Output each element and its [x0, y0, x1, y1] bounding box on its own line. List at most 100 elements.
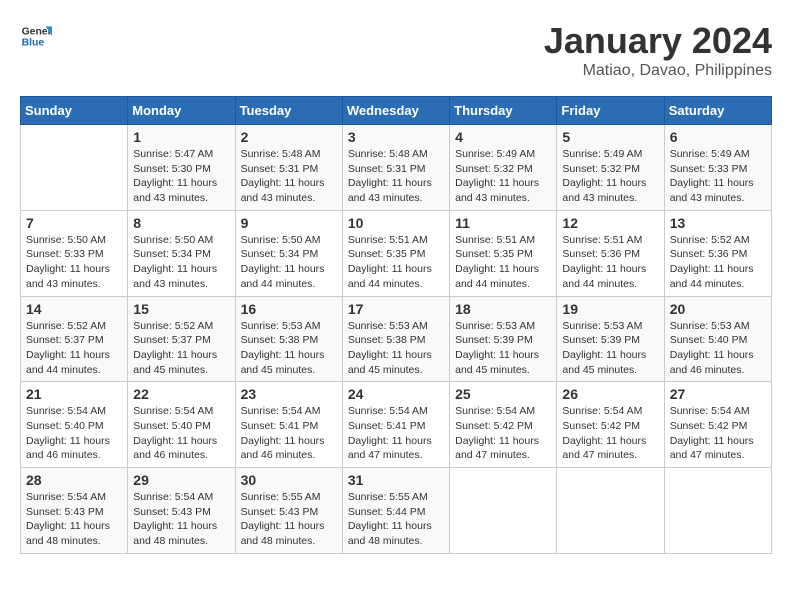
day-number: 15 — [133, 301, 229, 317]
day-detail: Sunrise: 5:53 AM Sunset: 5:38 PM Dayligh… — [241, 319, 337, 378]
day-detail: Sunrise: 5:50 AM Sunset: 5:34 PM Dayligh… — [133, 233, 229, 292]
day-detail: Sunrise: 5:50 AM Sunset: 5:33 PM Dayligh… — [26, 233, 122, 292]
calendar-header-cell: Friday — [557, 97, 664, 125]
calendar-cell: 25 Sunrise: 5:54 AM Sunset: 5:42 PM Dayli… — [450, 382, 557, 468]
calendar-cell — [664, 468, 771, 554]
calendar-week-row: 1Sunrise: 5:47 AM Sunset: 5:30 PM Daylig… — [21, 125, 772, 211]
calendar-header-cell: Thursday — [450, 97, 557, 125]
calendar-week-row: 14Sunrise: 5:52 AM Sunset: 5:37 PM Dayli… — [21, 296, 772, 382]
day-detail: Sunrise: 5:51 AM Sunset: 5:36 PM Dayligh… — [562, 233, 658, 292]
day-detail: Sunrise: 5:49 AM Sunset: 5:32 PM Dayligh… — [562, 147, 658, 206]
day-number: 31 — [348, 472, 444, 488]
day-number: 1 — [133, 129, 229, 145]
day-detail: Sunrise: 5:54 AM Sunset: 5:42 PM Dayligh… — [562, 404, 658, 463]
calendar-cell: 27 Sunrise: 5:54 AM Sunset: 5:42 PM Dayli… — [664, 382, 771, 468]
calendar-cell: 4 Sunrise: 5:49 AM Sunset: 5:32 PM Daylig… — [450, 125, 557, 211]
calendar-cell: 29 Sunrise: 5:54 AM Sunset: 5:43 PM Dayli… — [128, 468, 235, 554]
location-title: Matiao, Davao, Philippines — [544, 62, 772, 80]
calendar-table: SundayMondayTuesdayWednesdayThursdayFrid… — [20, 96, 772, 554]
calendar-header-cell: Monday — [128, 97, 235, 125]
day-number: 29 — [133, 472, 229, 488]
day-number: 23 — [241, 386, 337, 402]
day-number: 12 — [562, 215, 658, 231]
calendar-cell: 31Sunrise: 5:55 AM Sunset: 5:44 PM Dayli… — [342, 468, 449, 554]
day-detail: Sunrise: 5:52 AM Sunset: 5:36 PM Dayligh… — [670, 233, 766, 292]
day-detail: Sunrise: 5:55 AM Sunset: 5:43 PM Dayligh… — [241, 490, 337, 549]
day-number: 4 — [455, 129, 551, 145]
day-number: 25 — [455, 386, 551, 402]
day-number: 19 — [562, 301, 658, 317]
calendar-cell: 22Sunrise: 5:54 AM Sunset: 5:40 PM Dayli… — [128, 382, 235, 468]
month-title: January 2024 — [544, 20, 772, 62]
calendar-cell: 21Sunrise: 5:54 AM Sunset: 5:40 PM Dayli… — [21, 382, 128, 468]
day-detail: Sunrise: 5:54 AM Sunset: 5:40 PM Dayligh… — [133, 404, 229, 463]
day-number: 20 — [670, 301, 766, 317]
calendar-cell: 3 Sunrise: 5:48 AM Sunset: 5:31 PM Daylig… — [342, 125, 449, 211]
calendar-header-cell: Tuesday — [235, 97, 342, 125]
day-number: 28 — [26, 472, 122, 488]
day-number: 10 — [348, 215, 444, 231]
day-number: 13 — [670, 215, 766, 231]
day-detail: Sunrise: 5:52 AM Sunset: 5:37 PM Dayligh… — [26, 319, 122, 378]
calendar-cell: 16 Sunrise: 5:53 AM Sunset: 5:38 PM Dayli… — [235, 296, 342, 382]
day-detail: Sunrise: 5:48 AM Sunset: 5:31 PM Dayligh… — [241, 147, 337, 206]
day-detail: Sunrise: 5:53 AM Sunset: 5:39 PM Dayligh… — [455, 319, 551, 378]
day-detail: Sunrise: 5:54 AM Sunset: 5:43 PM Dayligh… — [133, 490, 229, 549]
day-detail: Sunrise: 5:49 AM Sunset: 5:32 PM Dayligh… — [455, 147, 551, 206]
calendar-week-row: 28 Sunrise: 5:54 AM Sunset: 5:43 PM Dayli… — [21, 468, 772, 554]
calendar-cell: 17 Sunrise: 5:53 AM Sunset: 5:38 PM Dayli… — [342, 296, 449, 382]
day-number: 30 — [241, 472, 337, 488]
day-number: 27 — [670, 386, 766, 402]
page-header: General Blue January 2024 Matiao, Davao,… — [20, 20, 772, 80]
calendar-cell: 1Sunrise: 5:47 AM Sunset: 5:30 PM Daylig… — [128, 125, 235, 211]
day-number: 5 — [562, 129, 658, 145]
calendar-cell: 15Sunrise: 5:52 AM Sunset: 5:37 PM Dayli… — [128, 296, 235, 382]
day-number: 24 — [348, 386, 444, 402]
calendar-cell: 2 Sunrise: 5:48 AM Sunset: 5:31 PM Daylig… — [235, 125, 342, 211]
day-detail: Sunrise: 5:54 AM Sunset: 5:43 PM Dayligh… — [26, 490, 122, 549]
day-detail: Sunrise: 5:51 AM Sunset: 5:35 PM Dayligh… — [348, 233, 444, 292]
svg-text:Blue: Blue — [22, 38, 45, 49]
calendar-cell — [21, 125, 128, 211]
day-detail: Sunrise: 5:49 AM Sunset: 5:33 PM Dayligh… — [670, 147, 766, 206]
calendar-cell: 9 Sunrise: 5:50 AM Sunset: 5:34 PM Daylig… — [235, 210, 342, 296]
day-number: 2 — [241, 129, 337, 145]
calendar-cell: 30 Sunrise: 5:55 AM Sunset: 5:43 PM Dayli… — [235, 468, 342, 554]
day-number: 7 — [26, 215, 122, 231]
day-detail: Sunrise: 5:54 AM Sunset: 5:40 PM Dayligh… — [26, 404, 122, 463]
day-detail: Sunrise: 5:48 AM Sunset: 5:31 PM Dayligh… — [348, 147, 444, 206]
calendar-cell: 10 Sunrise: 5:51 AM Sunset: 5:35 PM Dayli… — [342, 210, 449, 296]
calendar-cell: 13 Sunrise: 5:52 AM Sunset: 5:36 PM Dayli… — [664, 210, 771, 296]
day-number: 17 — [348, 301, 444, 317]
calendar-cell: 5 Sunrise: 5:49 AM Sunset: 5:32 PM Daylig… — [557, 125, 664, 211]
day-number: 8 — [133, 215, 229, 231]
calendar-week-row: 21Sunrise: 5:54 AM Sunset: 5:40 PM Dayli… — [21, 382, 772, 468]
calendar-cell: 12 Sunrise: 5:51 AM Sunset: 5:36 PM Dayli… — [557, 210, 664, 296]
day-detail: Sunrise: 5:54 AM Sunset: 5:41 PM Dayligh… — [241, 404, 337, 463]
day-detail: Sunrise: 5:54 AM Sunset: 5:42 PM Dayligh… — [455, 404, 551, 463]
day-number: 3 — [348, 129, 444, 145]
calendar-cell: 18 Sunrise: 5:53 AM Sunset: 5:39 PM Dayli… — [450, 296, 557, 382]
day-number: 9 — [241, 215, 337, 231]
day-detail: Sunrise: 5:50 AM Sunset: 5:34 PM Dayligh… — [241, 233, 337, 292]
day-detail: Sunrise: 5:54 AM Sunset: 5:42 PM Dayligh… — [670, 404, 766, 463]
calendar-body: 1Sunrise: 5:47 AM Sunset: 5:30 PM Daylig… — [21, 125, 772, 554]
calendar-cell: 19Sunrise: 5:53 AM Sunset: 5:39 PM Dayli… — [557, 296, 664, 382]
day-number: 26 — [562, 386, 658, 402]
day-number: 11 — [455, 215, 551, 231]
calendar-week-row: 7 Sunrise: 5:50 AM Sunset: 5:33 PM Daylig… — [21, 210, 772, 296]
day-detail: Sunrise: 5:53 AM Sunset: 5:38 PM Dayligh… — [348, 319, 444, 378]
calendar-cell — [557, 468, 664, 554]
calendar-header-cell: Saturday — [664, 97, 771, 125]
day-detail: Sunrise: 5:51 AM Sunset: 5:35 PM Dayligh… — [455, 233, 551, 292]
calendar-cell: 26 Sunrise: 5:54 AM Sunset: 5:42 PM Dayli… — [557, 382, 664, 468]
logo: General Blue — [20, 20, 52, 52]
calendar-cell: 7 Sunrise: 5:50 AM Sunset: 5:33 PM Daylig… — [21, 210, 128, 296]
calendar-cell: 8 Sunrise: 5:50 AM Sunset: 5:34 PM Daylig… — [128, 210, 235, 296]
day-number: 18 — [455, 301, 551, 317]
day-number: 16 — [241, 301, 337, 317]
calendar-header-cell: Wednesday — [342, 97, 449, 125]
calendar-header-row: SundayMondayTuesdayWednesdayThursdayFrid… — [21, 97, 772, 125]
day-detail: Sunrise: 5:54 AM Sunset: 5:41 PM Dayligh… — [348, 404, 444, 463]
calendar-cell: 24 Sunrise: 5:54 AM Sunset: 5:41 PM Dayli… — [342, 382, 449, 468]
